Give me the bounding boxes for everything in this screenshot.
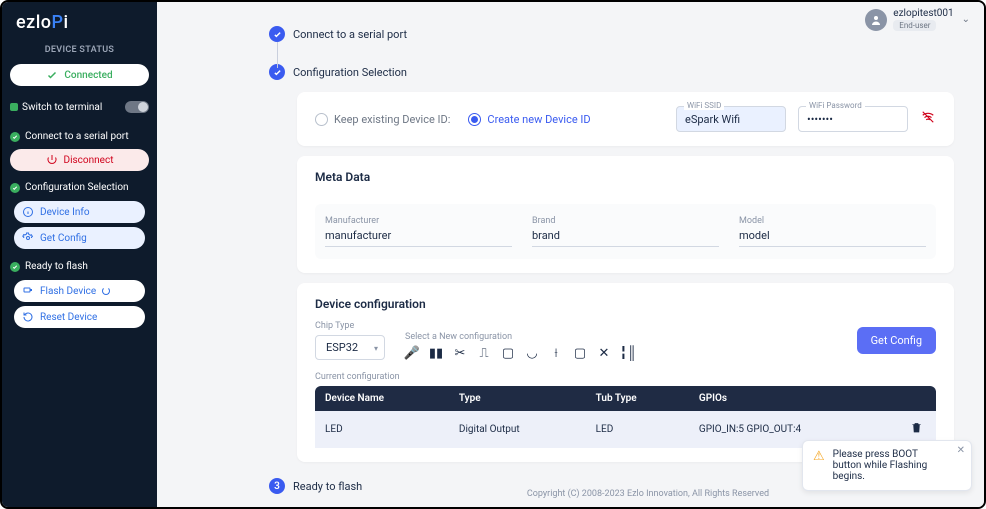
cfg-chip-icon[interactable]: ▮▮ xyxy=(429,346,443,360)
device-config-title: Device configuration xyxy=(315,297,936,311)
col-tub-type: Tub Type xyxy=(586,386,689,411)
device-id-card: Keep existing Device ID: Create new Devi… xyxy=(297,92,954,146)
get-config-button[interactable]: Get Config xyxy=(14,227,145,249)
terminal-toggle[interactable] xyxy=(125,101,149,113)
caret-down-icon: ▾ xyxy=(374,344,378,353)
meta-data-card: Meta Data Manufacturer manufacturer Bran… xyxy=(297,156,954,273)
manufacturer-value[interactable]: manufacturer xyxy=(325,229,512,247)
step-config: Configuration Selection xyxy=(269,58,984,86)
spinner-icon xyxy=(102,287,110,295)
reset-device-button[interactable]: Reset Device xyxy=(14,306,145,328)
chevron-down-icon: ⌄ xyxy=(962,14,970,25)
current-config-label: Current configuration xyxy=(315,372,936,382)
flash-device-button[interactable]: Flash Device xyxy=(14,280,145,302)
chip-type-label: Chip Type xyxy=(315,321,385,331)
wifi-off-icon xyxy=(920,110,936,128)
wifi-ssid-label: WiFi SSID xyxy=(684,101,724,110)
sidebar-section-status: DEVICE STATUS xyxy=(2,41,157,61)
user-icon xyxy=(870,14,882,26)
step-3-badge: 3 xyxy=(269,478,285,494)
sidebar-config-header: Configuration Selection xyxy=(2,178,157,197)
switch-terminal-label: Switch to terminal xyxy=(22,102,102,113)
cfg-display-icon[interactable]: ▢ xyxy=(501,346,515,360)
cfg-x-icon[interactable]: ✕ xyxy=(597,346,611,360)
wifi-password-label: WiFi Password xyxy=(806,101,865,110)
select-new-label: Select a New configuration xyxy=(405,332,635,342)
check-icon xyxy=(10,262,20,272)
cfg-bowl-icon[interactable]: ◡ xyxy=(525,346,539,360)
get-config-button-main[interactable]: Get Config xyxy=(857,327,936,354)
brand-logo: ezloPi xyxy=(2,2,157,41)
radio-keep-existing[interactable]: Keep existing Device ID: xyxy=(315,113,450,126)
cfg-sensor-icon[interactable]: ✂ xyxy=(453,346,467,360)
power-icon xyxy=(46,154,58,166)
warning-icon: ⚠ xyxy=(813,449,825,482)
connected-label: Connected xyxy=(64,70,112,81)
avatar xyxy=(865,9,887,31)
gear-icon xyxy=(22,232,34,244)
col-type: Type xyxy=(449,386,586,411)
trash-icon xyxy=(910,421,923,434)
check-icon xyxy=(10,183,20,193)
user-role-badge: End-user xyxy=(893,20,936,31)
cfg-mic-icon[interactable]: 🎤 xyxy=(405,346,419,360)
cfg-signal-icon[interactable]: ⎍ xyxy=(477,346,491,360)
meta-title: Meta Data xyxy=(315,170,936,184)
toast-message: Please press BOOT button while Flashing … xyxy=(833,449,943,482)
col-device-name: Device Name xyxy=(315,386,449,411)
sidebar-flash-header: Ready to flash xyxy=(2,257,157,276)
radio-selected-icon xyxy=(468,113,481,126)
status-lamp-icon xyxy=(10,103,18,111)
status-connected-pill: Connected xyxy=(10,64,149,86)
sidebar: ezloPi DEVICE STATUS Connected Switch to… xyxy=(2,2,157,507)
switch-terminal-row[interactable]: Switch to terminal xyxy=(2,95,157,119)
cell-tub: LED xyxy=(586,411,689,448)
disconnect-button[interactable]: Disconnect xyxy=(10,149,149,171)
config-table: Device Name Type Tub Type GPIOs LED Digi… xyxy=(315,386,936,448)
user-name: ezlopitest001 xyxy=(893,8,953,19)
main-area: ezlopitest001 End-user ⌄ Connect to a se… xyxy=(157,2,984,507)
cfg-antenna-icon[interactable]: ⟊ xyxy=(549,346,563,360)
radio-icon xyxy=(315,113,328,126)
model-value[interactable]: model xyxy=(739,229,926,247)
chip-type-select[interactable]: ESP32 ▾ xyxy=(315,335,385,360)
cell-name: LED xyxy=(315,411,449,448)
brand-label: Brand xyxy=(532,216,719,226)
col-gpios: GPIOs xyxy=(689,386,896,411)
sidebar-connect-header: Connect to a serial port xyxy=(2,127,157,146)
check-icon xyxy=(46,69,58,81)
manufacturer-label: Manufacturer xyxy=(325,216,512,226)
cfg-monitor-icon[interactable]: ▢ xyxy=(573,346,587,360)
toast-notification: ⚠ Please press BOOT button while Flashin… xyxy=(802,440,972,491)
check-icon xyxy=(269,26,285,42)
user-menu[interactable]: ezlopitest001 End-user ⌄ xyxy=(865,8,970,31)
brand-value[interactable]: brand xyxy=(532,229,719,247)
model-label: Model xyxy=(739,216,926,226)
cell-type: Digital Output xyxy=(449,411,586,448)
device-config-card: Device configuration Chip Type ESP32 ▾ S… xyxy=(297,283,954,462)
flash-icon xyxy=(22,285,34,297)
reset-icon xyxy=(22,311,34,323)
cfg-tools-icon[interactable]: ╏║ xyxy=(621,346,635,360)
close-toast-button[interactable]: ✕ xyxy=(957,445,965,456)
info-icon xyxy=(22,206,34,218)
check-icon xyxy=(10,132,20,142)
radio-create-new[interactable]: Create new Device ID xyxy=(468,113,590,126)
device-info-button[interactable]: Device Info xyxy=(14,201,145,223)
